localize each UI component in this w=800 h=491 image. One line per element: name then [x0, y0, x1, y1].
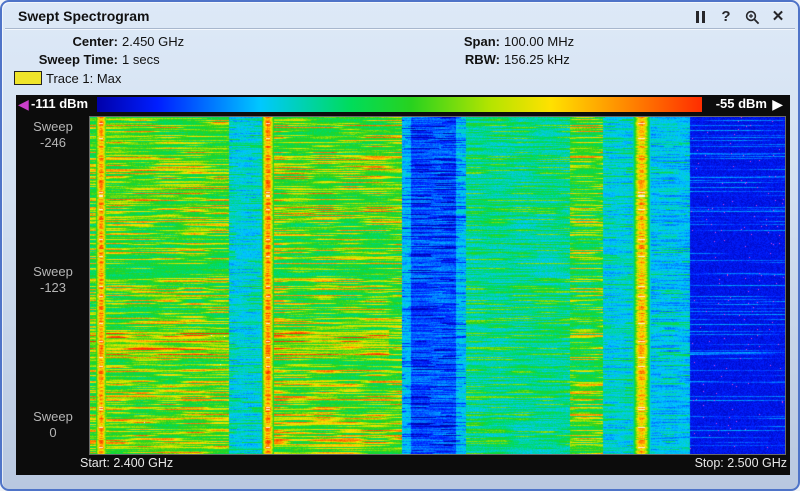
page-title: Swept Spectrogram — [18, 8, 149, 24]
colorbar-gradient[interactable] — [97, 97, 702, 112]
colorbar-max-arrow-icon[interactable]: ▶ — [772, 95, 783, 113]
trace-color-swatch — [14, 71, 42, 85]
stop-frequency-label: Stop: 2.500 GHz — [695, 456, 787, 470]
sweep-axis-tick: Sweep 0 — [16, 409, 90, 441]
colorbar-min-label: -111 dBm — [31, 96, 88, 112]
trace-legend[interactable]: Trace 1: Max — [14, 70, 121, 86]
rbw-label: RBW: — [432, 51, 500, 69]
window-controls: ? ✕ — [692, 9, 786, 25]
rbw-row: RBW: 156.25 kHz — [432, 51, 574, 69]
colorbar-min-arrow-icon[interactable]: ◀ — [18, 95, 29, 113]
span-label: Span: — [432, 33, 500, 51]
spectrogram-display[interactable] — [89, 116, 786, 455]
spectrogram-panel: ◀ -111 dBm -55 dBm ▶ Sweep -246 Sweep -1… — [16, 95, 790, 475]
sweep-time-label: Sweep Time: — [10, 51, 118, 69]
sweep-time-value[interactable]: 1 secs — [118, 51, 160, 69]
start-frequency-label: Start: 2.400 GHz — [80, 456, 173, 470]
center-label: Center: — [10, 33, 118, 51]
trace-label: Trace 1: Max — [46, 71, 121, 86]
sweep-time-row: Sweep Time: 1 secs — [10, 51, 184, 69]
span-row: Span: 100.00 MHz — [432, 33, 574, 51]
settings-left-column: Center: 2.450 GHz Sweep Time: 1 secs — [10, 33, 184, 69]
help-icon[interactable]: ? — [718, 9, 734, 25]
sweep-axis-tick: Sweep -246 — [16, 119, 90, 151]
pause-icon[interactable] — [692, 9, 708, 25]
center-frequency-row: Center: 2.450 GHz — [10, 33, 184, 51]
colorbar-max-label: -55 dBm — [716, 96, 767, 112]
center-value[interactable]: 2.450 GHz — [118, 33, 184, 51]
swept-spectrogram-window: Swept Spectrogram ? ✕ Center: 2.450 GHz … — [0, 0, 800, 491]
settings-right-column: Span: 100.00 MHz RBW: 156.25 kHz — [432, 33, 574, 69]
rbw-value[interactable]: 156.25 kHz — [500, 51, 570, 69]
close-icon[interactable]: ✕ — [770, 9, 786, 25]
titlebar-separator — [5, 28, 795, 30]
sweep-axis-tick: Sweep -123 — [16, 264, 90, 296]
zoom-in-icon[interactable] — [744, 9, 760, 25]
spectrogram-canvas[interactable] — [90, 117, 785, 454]
span-value[interactable]: 100.00 MHz — [500, 33, 574, 51]
